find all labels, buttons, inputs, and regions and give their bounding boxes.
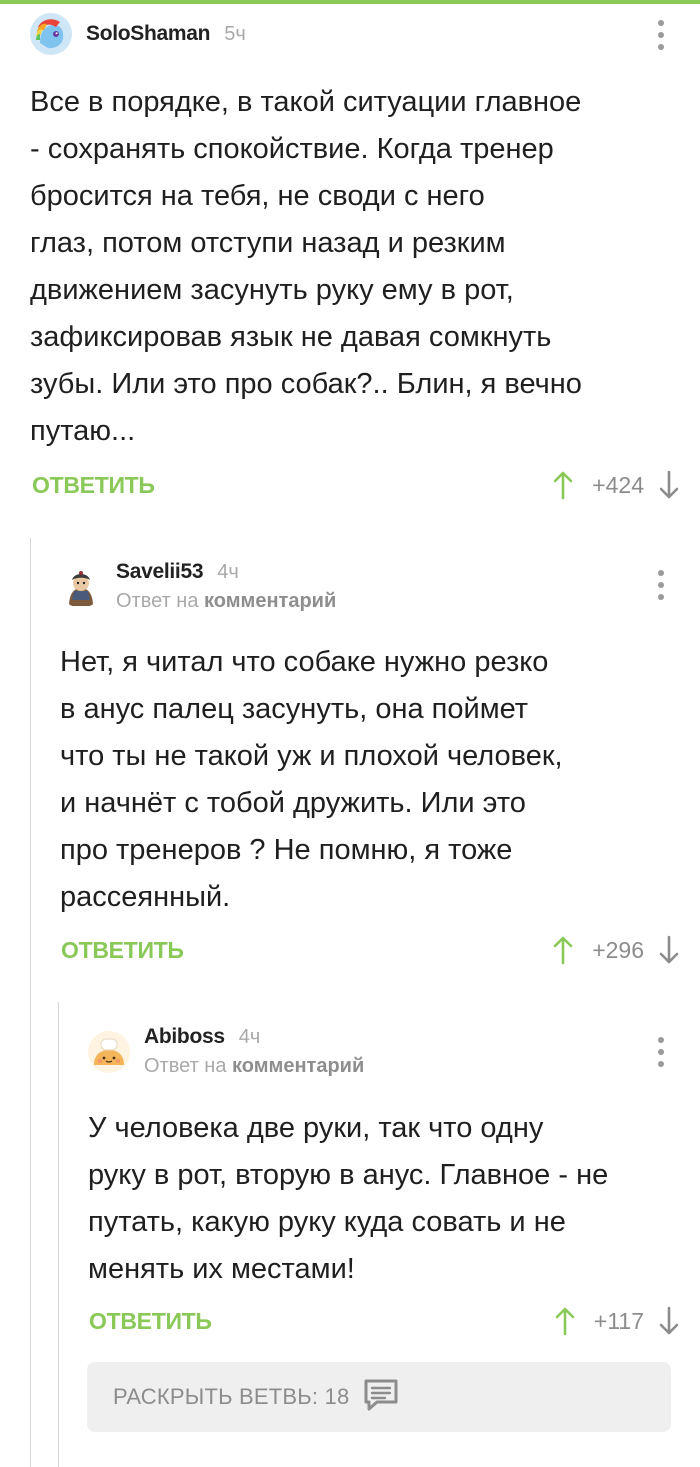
- comment-body: Все в порядке, в такой ситуации главное …: [30, 86, 582, 447]
- reply-button[interactable]: ОТВЕТИТЬ: [89, 1308, 212, 1335]
- reply-to-line: Ответ на комментарий: [144, 1055, 364, 1078]
- comment-header: SoloShaman 5ч: [30, 13, 246, 55]
- author-name[interactable]: Abiboss: [144, 1025, 225, 1049]
- reply-button[interactable]: ОТВЕТИТЬ: [32, 472, 155, 499]
- arrow-up-icon[interactable]: [550, 934, 576, 966]
- comment-actions: ОТВЕТИТЬ +296: [61, 932, 682, 968]
- thread-line-level2: [58, 1002, 59, 1467]
- comment-bubble-icon: [363, 1378, 399, 1417]
- reply-to-line: Ответ на комментарий: [116, 590, 336, 613]
- vote-controls: +424: [550, 469, 682, 501]
- reply-target-link[interactable]: комментарий: [204, 590, 336, 612]
- more-options-icon[interactable]: [657, 570, 665, 600]
- comment-actions: ОТВЕТИТЬ +424: [32, 467, 682, 503]
- vote-controls: +296: [550, 934, 682, 966]
- comment-time: 4ч: [238, 1026, 261, 1048]
- arrow-up-icon[interactable]: [552, 1305, 578, 1337]
- reply-prefix: Ответ на: [116, 590, 199, 612]
- vote-controls: +117: [552, 1305, 682, 1337]
- rating-value: +296: [592, 936, 644, 963]
- arrow-down-icon[interactable]: [656, 934, 682, 966]
- rating-value: +117: [593, 1307, 644, 1334]
- rainbow-pony-avatar[interactable]: [30, 13, 72, 55]
- arrow-up-icon[interactable]: [550, 469, 576, 501]
- comment-time: 5ч: [224, 23, 246, 45]
- character-avatar[interactable]: [60, 565, 102, 608]
- top-accent-bar: [0, 0, 700, 4]
- more-options-icon[interactable]: [657, 1037, 665, 1067]
- expand-branch-label: РАСКРЫТЬ ВЕТВЬ: 18: [113, 1384, 350, 1409]
- comment-header: Savelii53 4ч Ответ на комментарий: [60, 560, 336, 613]
- reply-target-link[interactable]: комментарий: [232, 1055, 364, 1077]
- arrow-down-icon[interactable]: [656, 469, 682, 501]
- reply-button[interactable]: ОТВЕТИТЬ: [61, 937, 184, 964]
- comment-body: У человека две руки, так что одну руку в…: [88, 1112, 609, 1285]
- comment-body: Нет, я читал что собаке нужно резко в ан…: [60, 646, 563, 913]
- more-options-icon[interactable]: [657, 20, 665, 50]
- expand-branch-button[interactable]: РАСКРЫТЬ ВЕТВЬ: 18: [87, 1362, 671, 1432]
- comment-time: 4ч: [217, 561, 239, 583]
- arrow-down-icon[interactable]: [656, 1305, 682, 1337]
- bun-avatar[interactable]: [88, 1030, 130, 1073]
- rating-value: +424: [592, 471, 644, 498]
- comment-actions: ОТВЕТИТЬ +117: [89, 1303, 682, 1339]
- author-name[interactable]: Savelii53: [116, 560, 204, 584]
- reply-prefix: Ответ на: [144, 1055, 227, 1077]
- author-name[interactable]: SoloShaman: [86, 22, 211, 46]
- thread-line-level1: [30, 538, 31, 1467]
- comment-header: Abiboss 4ч Ответ на комментарий: [88, 1025, 364, 1078]
